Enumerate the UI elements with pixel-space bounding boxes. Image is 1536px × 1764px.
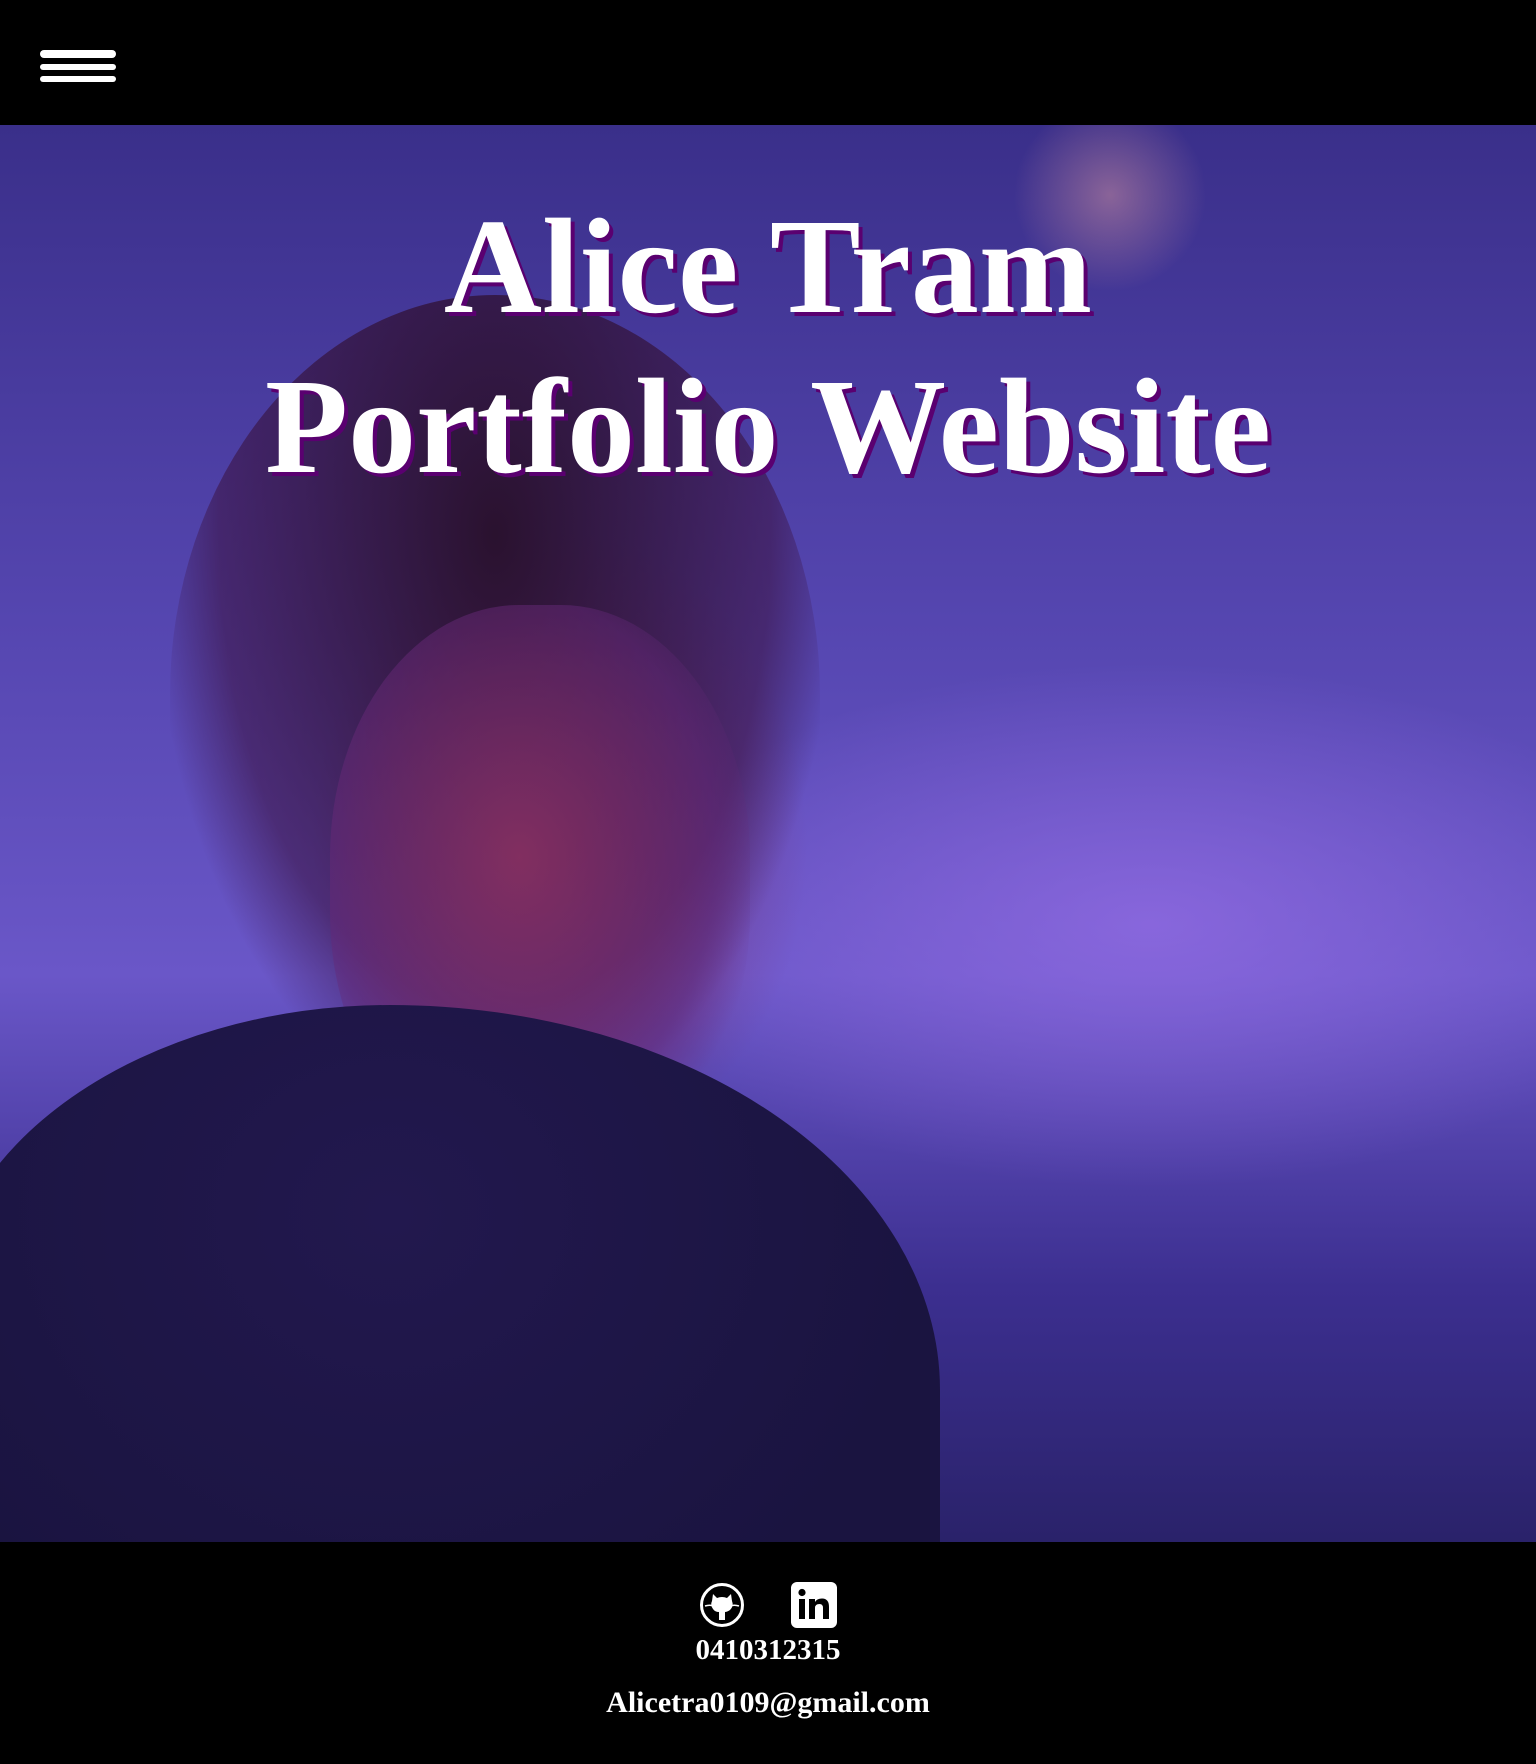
portrait-body [0,1005,940,1542]
social-links [0,1582,1536,1628]
github-icon[interactable] [699,1582,745,1628]
footer: 0410312315 Alicetra0109@gmail.com [0,1542,1536,1764]
phone-number[interactable]: 0410312315 [0,1634,1536,1667]
linkedin-icon[interactable] [791,1582,837,1628]
hero-title-name: Alice Tram [443,192,1093,342]
hero-title-subtitle: Portfolio Website [265,352,1271,502]
top-nav-bar [0,0,1536,125]
hero-banner: Alice Tram Portfolio Website [0,125,1536,1542]
hamburger-menu-icon[interactable] [38,46,118,86]
email-address[interactable]: Alicetra0109@gmail.com [0,1686,1536,1720]
